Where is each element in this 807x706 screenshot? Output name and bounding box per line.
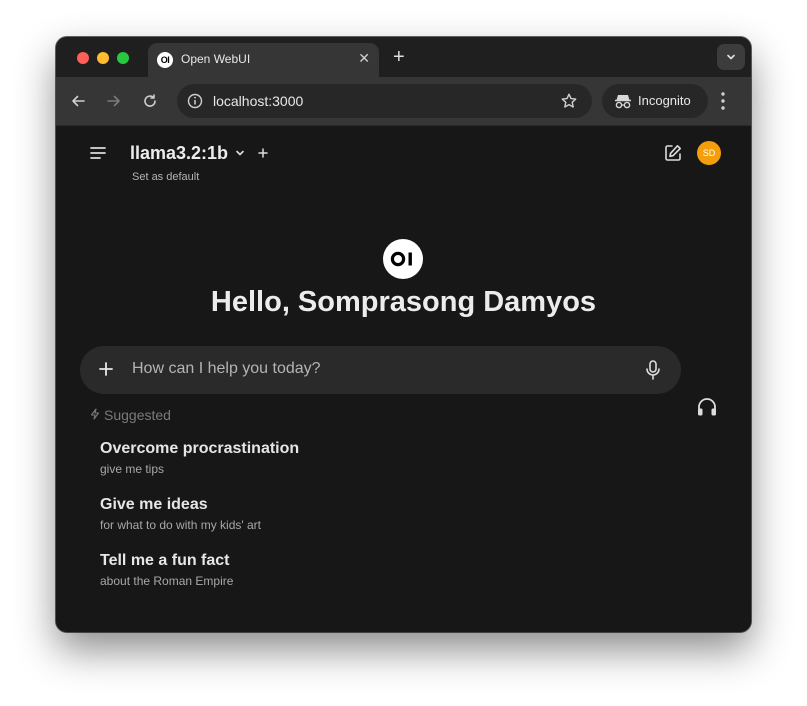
webui-main: llama3.2:1b Set as default SD Hello, Som…: [56, 126, 751, 632]
chevron-down-icon: [727, 54, 735, 60]
incognito-badge[interactable]: Incognito: [602, 84, 708, 118]
chat-input-placeholder[interactable]: How can I help you today?: [132, 360, 321, 378]
suggestion-item[interactable]: Tell me a fun fact about the Roman Empir…: [100, 552, 233, 588]
forward-arrow-icon[interactable]: [104, 91, 124, 111]
attach-plus-icon[interactable]: [97, 360, 115, 383]
open-webui-logo: [383, 239, 423, 279]
tab-title: Open WebUI: [181, 52, 251, 66]
reload-icon[interactable]: [140, 91, 160, 111]
suggestion-subtitle: for what to do with my kids' art: [100, 518, 262, 532]
suggestion-subtitle: give me tips: [100, 462, 165, 476]
suggestion-title: Overcome procrastination: [100, 440, 300, 457]
incognito-icon: [614, 93, 632, 114]
suggested-header: Suggested: [89, 407, 171, 423]
headphones-icon[interactable]: [695, 396, 719, 423]
suggestion-item[interactable]: Give me ideas for what to do with my kid…: [100, 496, 261, 532]
suggestion-title: Give me ideas: [100, 496, 208, 513]
address-bar[interactable]: localhost:3000: [177, 84, 592, 118]
favicon-icon: OI: [157, 52, 173, 68]
chat-input-box[interactable]: How can I help you today?: [80, 346, 681, 394]
tab-search-button[interactable]: [717, 44, 745, 70]
new-tab-plus-icon[interactable]: +: [393, 45, 405, 69]
incognito-label: Incognito: [638, 93, 691, 108]
set-as-default-link[interactable]: Set as default: [132, 171, 199, 183]
bookmark-star-icon[interactable]: [560, 92, 578, 115]
greeting-heading: Hello, Somprasong Damyos: [210, 286, 597, 318]
minimize-window-button[interactable]: [97, 52, 109, 64]
url-text[interactable]: localhost:3000: [213, 93, 303, 109]
add-model-plus-icon[interactable]: [257, 146, 269, 164]
site-info-icon[interactable]: [186, 92, 204, 115]
suggestion-item[interactable]: Overcome procrastination give me tips: [100, 440, 299, 476]
model-selector[interactable]: llama3.2:1b: [130, 143, 228, 164]
lightning-bolt-icon: [89, 407, 101, 423]
back-arrow-icon[interactable]: [68, 91, 88, 111]
browser-menu-icon[interactable]: [720, 90, 726, 117]
browser-window: OI Open WebUI ✕ + localhost:3000 Incogni…: [56, 37, 751, 632]
maximize-window-button[interactable]: [117, 52, 129, 64]
chevron-down-icon[interactable]: [234, 146, 246, 164]
microphone-icon[interactable]: [644, 359, 662, 386]
suggestion-title: Tell me a fun fact: [100, 552, 230, 569]
tab-bar: OI Open WebUI ✕ +: [56, 37, 751, 77]
tab-close-icon[interactable]: ✕: [358, 50, 370, 67]
browser-toolbar: localhost:3000 Incognito: [56, 77, 751, 126]
new-chat-edit-icon[interactable]: [663, 143, 683, 168]
user-avatar[interactable]: SD: [697, 141, 721, 165]
close-window-button[interactable]: [77, 52, 89, 64]
tab-open-webui[interactable]: OI Open WebUI ✕: [148, 43, 379, 77]
sidebar-toggle-icon[interactable]: [89, 145, 107, 166]
suggestion-subtitle: about the Roman Empire: [100, 574, 234, 588]
suggested-label: Suggested: [104, 407, 171, 423]
